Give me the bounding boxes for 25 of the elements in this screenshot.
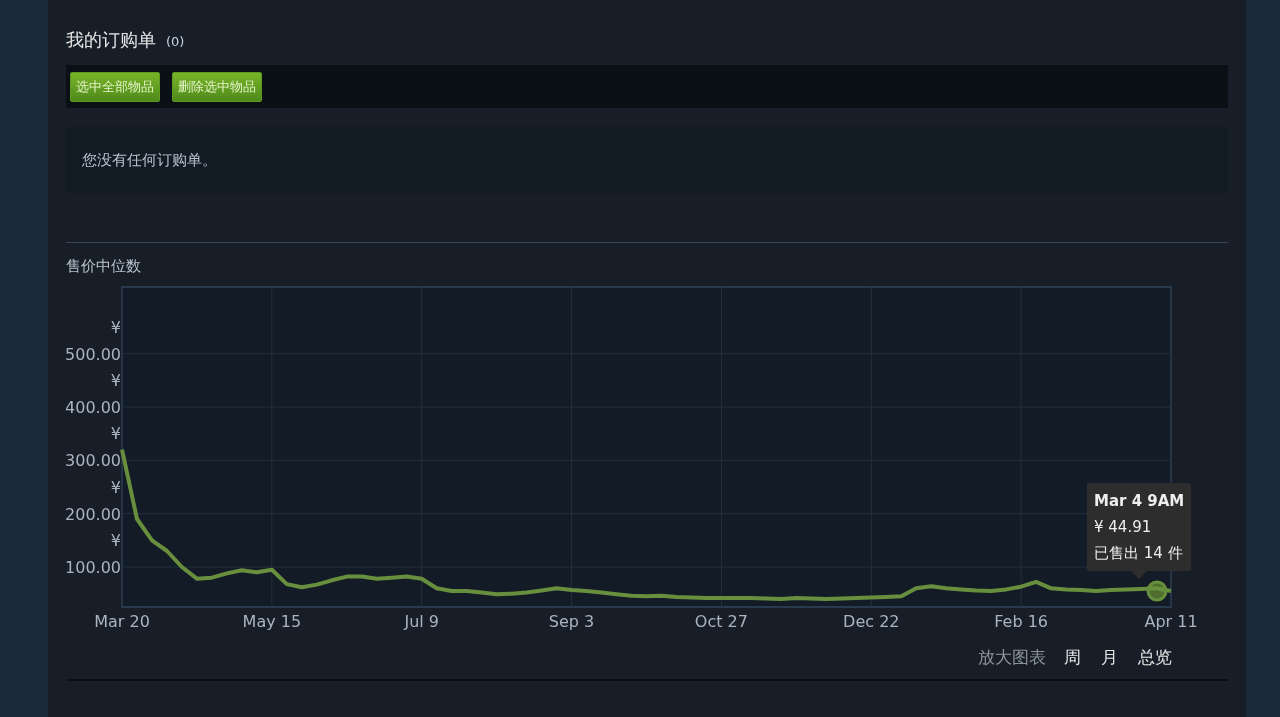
range-link[interactable]: 总览 (1138, 646, 1172, 669)
x-axis-label: Apr 11 (1144, 612, 1198, 631)
range-link[interactable]: 周 (1064, 646, 1081, 669)
x-axis-label: May 15 (242, 612, 302, 631)
tooltip-price: ¥ 44.91 (1094, 517, 1153, 538)
x-axis-label: Oct 27 (694, 612, 748, 631)
x-axis-label: Sep 3 (548, 612, 595, 631)
x-axis-label: Mar 20 (94, 612, 150, 631)
section-title: 我的订购单 (66, 28, 156, 52)
y-axis-label: ¥ 200.00 (66, 477, 121, 524)
y-axis-label: ¥ 500.00 (66, 317, 121, 364)
x-axis-label: Dec 22 (843, 612, 900, 631)
y-axis-label: ¥ 400.00 (66, 371, 121, 417)
y-axis-label: ¥ 100.00 (66, 531, 121, 577)
x-axis-label: Feb 16 (994, 612, 1049, 631)
tooltip-date: Mar 4 9AM (1094, 491, 1185, 512)
order-count: (0) (166, 34, 185, 49)
chart-title: 售价中位数 (66, 257, 142, 276)
zoom-label: 放大图表 (978, 646, 1046, 669)
x-axis-label: Jul 9 (404, 612, 439, 631)
data-point-marker (1146, 580, 1168, 602)
tooltip-sold: 已售出 14 件 (1094, 543, 1184, 564)
range-link[interactable]: 月 (1101, 646, 1118, 669)
y-axis-label: ¥ 300.00 (66, 424, 121, 471)
empty-message: 您没有任何订购单。 (82, 150, 217, 170)
